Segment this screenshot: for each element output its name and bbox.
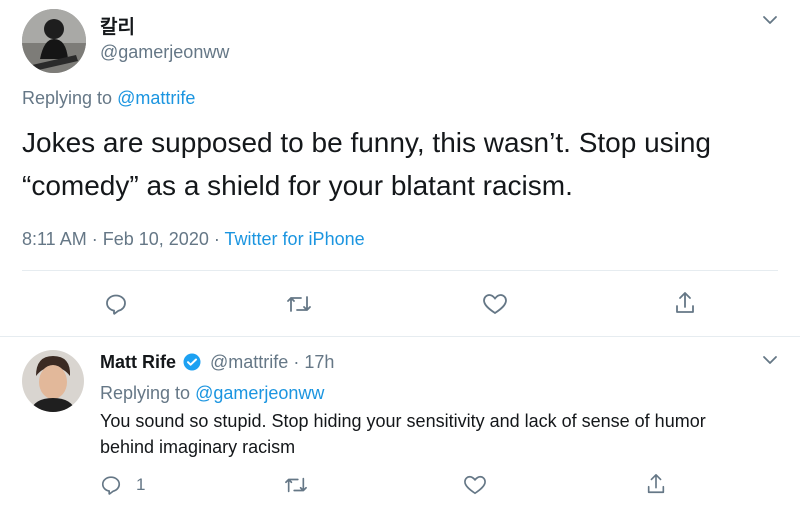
reply-icon[interactable] <box>100 474 122 496</box>
reply-tweet-header: Matt Rife @mattrife · 17h <box>100 352 334 373</box>
divider <box>22 270 778 271</box>
meta-separator: · <box>213 229 220 249</box>
retweet-icon[interactable] <box>285 292 313 316</box>
reply-tweet-handle[interactable]: @mattrife <box>210 352 288 372</box>
tweet-date[interactable]: Feb 10, 2020 <box>103 229 209 249</box>
avatar-photo <box>22 350 84 412</box>
reply-count: 1 <box>136 475 146 494</box>
replying-to-label: Replying to <box>100 383 191 403</box>
reply-tweet-text-line-2: behind imaginary racism <box>100 437 296 457</box>
header-separator: · <box>293 352 300 372</box>
reply-tweet-age[interactable]: 17h <box>304 352 334 372</box>
chevron-down-icon[interactable] <box>762 14 778 26</box>
main-tweet-text-line-1: Jokes are supposed to be funny, this was… <box>22 127 712 158</box>
main-tweet-avatar[interactable] <box>22 9 86 73</box>
like-icon[interactable] <box>482 292 508 316</box>
tweet-time[interactable]: 8:11 AM <box>22 229 87 249</box>
replying-to-link[interactable]: @mattrife <box>117 88 195 108</box>
share-icon[interactable] <box>645 472 667 496</box>
main-tweet-handle[interactable]: @gamerjeonww <box>100 42 229 63</box>
chevron-down-icon[interactable] <box>762 354 778 366</box>
avatar-photo <box>22 9 86 73</box>
main-tweet-replying-line: Replying to @mattrife <box>22 88 195 109</box>
reply-tweet-display-name[interactable]: Matt Rife <box>100 352 176 372</box>
retweet-icon[interactable] <box>283 474 309 496</box>
tweet-source-link[interactable]: Twitter for iPhone <box>225 229 365 249</box>
replying-to-label: Replying to <box>22 88 113 108</box>
meta-separator: · <box>91 229 98 249</box>
reply-tweet-avatar[interactable] <box>22 350 84 412</box>
reply-icon[interactable] <box>104 292 128 316</box>
main-tweet-meta: 8:11 AM · Feb 10, 2020 · Twitter for iPh… <box>22 229 365 250</box>
like-icon[interactable] <box>463 474 487 496</box>
share-icon[interactable] <box>673 290 697 316</box>
main-tweet-text-line-2: “comedy” as a shield for your blatant ra… <box>22 170 573 201</box>
reply-tweet-text-line-1: You sound so stupid. Stop hiding your se… <box>100 411 706 431</box>
divider <box>0 336 800 337</box>
reply-tweet-replying-line: Replying to @gamerjeonww <box>100 383 324 404</box>
verified-badge-icon <box>183 353 201 371</box>
reply-button[interactable]: 1 <box>100 474 145 496</box>
main-tweet-display-name[interactable]: 칼리 <box>100 12 135 39</box>
replying-to-link[interactable]: @gamerjeonww <box>195 383 324 403</box>
